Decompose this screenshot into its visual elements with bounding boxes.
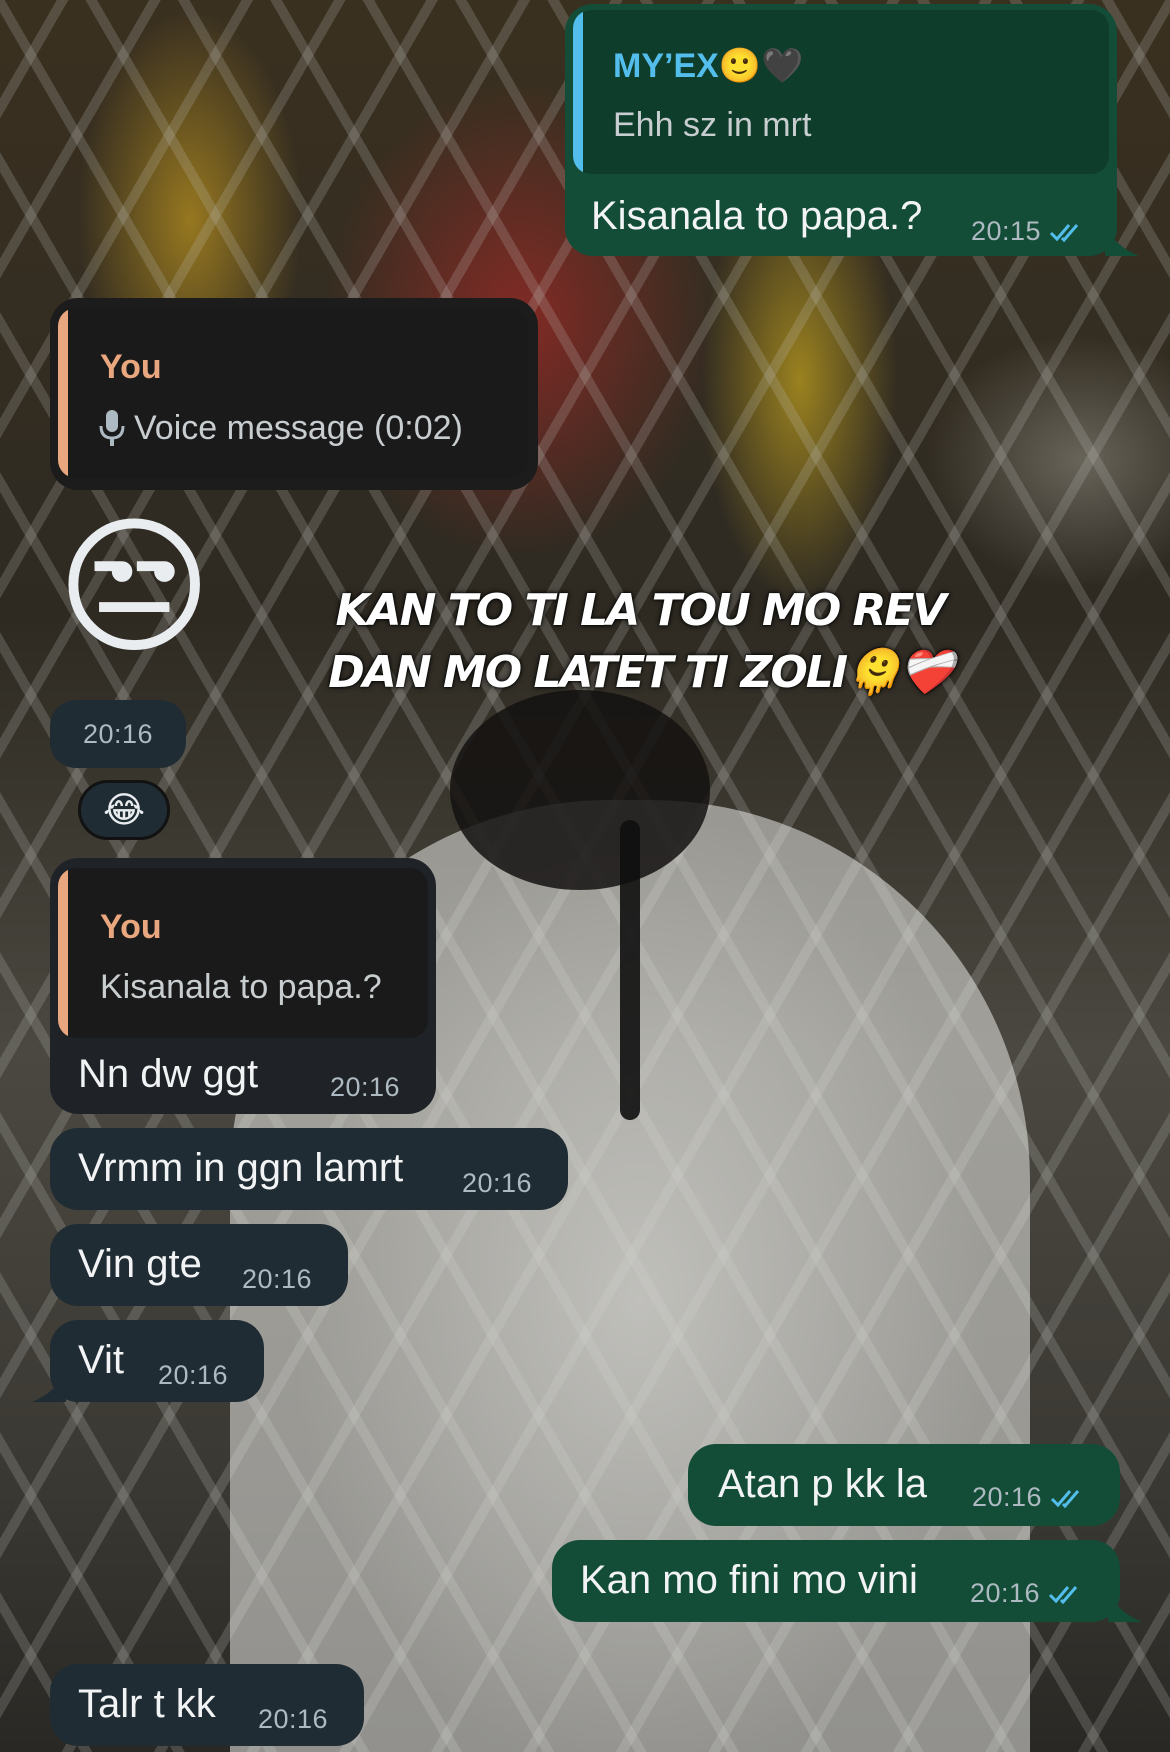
message-time: 20:16 [258,1704,329,1734]
bubble-tail [1105,226,1139,256]
message-time: 20:15 [971,216,1042,246]
outgoing-message-bubble[interactable]: Atan p kk la 20:16 [688,1444,1120,1526]
incoming-message-bubble[interactable]: Vit 20:16 [50,1320,264,1402]
reaction-badge[interactable]: 😂 [78,780,170,840]
message-text: Vin gte [78,1242,202,1286]
message-text: Kisanala to papa.? [591,194,923,238]
reply-author-emoji: 🙂🖤 [718,47,804,85]
reply-quote-text: Kisanala to papa.? [100,968,382,1006]
message-time: 20:16 [82,718,154,749]
incoming-message-bubble[interactable]: You Kisanala to papa.? Nn dw ggt 20:16 [50,858,436,1114]
sticker-time-pill: 20:16 [50,700,186,768]
message-text: Talr t kk [78,1682,216,1726]
reply-quote-author: MY’EX🙂🖤 [613,47,804,85]
incoming-message-bubble[interactable]: You Voice message (0:02) [50,298,538,490]
reaction-emoji: 😂 [102,789,146,830]
message-text: Kan mo fini mo vini [580,1558,918,1602]
overlay-caption-line-1: KAN TO TI LA TOU MO REV [335,585,946,636]
bubble-tail [32,1372,66,1402]
bubble-tail [1108,1592,1142,1622]
reply-quote-text: Ehh sz in mrt [613,106,812,144]
message-time: 20:16 [972,1482,1043,1512]
incoming-message-bubble[interactable]: Vin gte 20:16 [50,1224,348,1306]
reply-quote[interactable]: You Kisanala to papa.? [58,868,428,1038]
reply-quote-author: You [100,908,162,946]
overlay-caption: KAN TO TI LA TOU MO REV DAN MO LATET TI … [300,580,980,704]
message-text: Nn dw ggt [78,1052,259,1096]
message-text: Atan p kk la [718,1462,928,1506]
message-time: 20:16 [158,1360,229,1390]
outgoing-message-bubble[interactable]: MY’EX🙂🖤 Ehh sz in mrt Kisanala to papa.?… [565,4,1117,256]
read-receipt-icon [1050,223,1079,242]
reply-quote-accent [573,10,583,174]
message-text: Vit [78,1338,124,1382]
read-receipt-icon [1049,1585,1078,1604]
message-time: 20:16 [462,1168,533,1198]
message-time: 20:16 [242,1264,313,1294]
reply-quote-author: You [100,348,162,386]
read-receipt-icon [1051,1489,1080,1508]
outgoing-message-bubble[interactable]: Kan mo fini mo vini 20:16 [552,1540,1120,1622]
overlay-caption-line-2: DAN MO LATET TI ZOLI🫠❤️‍🩹 [328,647,954,698]
wallpaper-braid [620,820,640,1120]
incoming-message-bubble[interactable]: Talr t kk 20:16 [50,1664,364,1746]
message-text: Vrmm in ggn lamrt [78,1146,404,1190]
reply-quote[interactable]: You Voice message (0:02) [58,308,528,478]
microphone-icon [99,410,125,446]
wallpaper-person-head [450,690,710,890]
reply-quote-accent [58,868,68,1038]
reply-quote-accent [58,308,68,478]
reply-quote-text: Voice message (0:02) [98,408,463,448]
incoming-message-bubble[interactable]: Vrmm in ggn lamrt 20:16 [50,1128,568,1210]
message-time: 20:16 [970,1578,1041,1608]
reply-quote[interactable]: MY’EX🙂🖤 Ehh sz in mrt [573,10,1109,174]
sticker-emoji[interactable]: 😒 [56,512,212,662]
message-time: 20:16 [330,1072,401,1102]
voice-message-label: Voice message (0:02) [134,408,463,447]
